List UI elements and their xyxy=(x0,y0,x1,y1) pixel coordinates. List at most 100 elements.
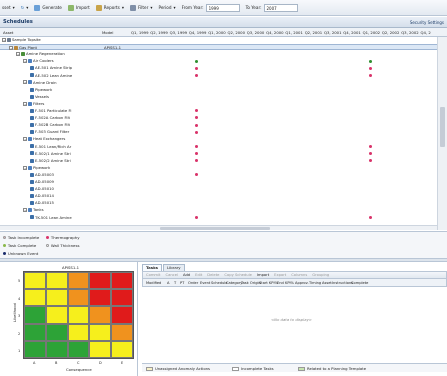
schedule-event-marker[interactable] xyxy=(194,59,198,63)
tree-row[interactable]: AD-05015 xyxy=(0,200,437,206)
risk-cell[interactable] xyxy=(111,289,133,307)
task-column-header[interactable]: Category xyxy=(226,281,242,285)
tree-node[interactable]: F-503 Guard Filter xyxy=(30,129,69,135)
risk-cell[interactable] xyxy=(67,340,90,358)
tab-tasks[interactable]: Tasks xyxy=(142,264,162,271)
period-menu[interactable]: Period ▾ xyxy=(158,5,175,10)
task-column-header[interactable]: Task Origin xyxy=(241,281,261,285)
risk-cell[interactable] xyxy=(67,272,90,290)
security-settings-link[interactable]: Security Settings xyxy=(410,20,444,25)
risk-cell[interactable] xyxy=(67,323,90,341)
task-column-header[interactable]: A xyxy=(167,281,169,285)
task-column-header[interactable]: T xyxy=(174,281,176,285)
tree-node[interactable]: E-502/2 Amine Stri xyxy=(30,158,71,164)
vertical-scrollbar[interactable] xyxy=(437,37,447,230)
schedule-event-marker[interactable] xyxy=(368,215,372,219)
task-column-header[interactable]: Asset xyxy=(322,281,332,285)
task-column-header[interactable]: Order xyxy=(188,281,198,285)
tree-row[interactable]: − Amine Drain xyxy=(0,80,437,86)
column-header-quarter[interactable]: Q1, 2000 xyxy=(208,30,225,35)
grouping-button[interactable]: Grouping xyxy=(312,273,329,277)
tree-node[interactable]: − Amine Drain xyxy=(23,80,57,86)
column-header-quarter[interactable]: Q4, 1999 xyxy=(189,30,206,35)
tree-node[interactable]: AD-05010 xyxy=(30,186,54,192)
collapse-icon[interactable]: − xyxy=(23,165,27,170)
schedule-event-marker[interactable] xyxy=(368,73,372,77)
tree-node[interactable]: F-502B Carbon Filt xyxy=(30,122,70,128)
tree-node[interactable]: − Heat Exchangers xyxy=(23,136,65,142)
delete-button[interactable]: Delete xyxy=(207,273,219,277)
risk-cell[interactable] xyxy=(89,272,112,290)
column-header-quarter[interactable]: Q1, 2001 xyxy=(285,30,302,35)
tree-node[interactable]: TK-501 Lean Amine xyxy=(30,215,72,221)
export-button[interactable]: Export xyxy=(274,273,286,277)
schedule-event-marker[interactable] xyxy=(194,151,198,155)
tree-node[interactable]: Pipework xyxy=(30,87,52,93)
collapse-icon[interactable]: − xyxy=(9,45,13,50)
tree-node[interactable]: F-502A Carbon Filt xyxy=(30,115,70,121)
risk-cell[interactable] xyxy=(89,306,112,324)
column-header-model[interactable]: Model xyxy=(102,30,113,35)
vertical-scroll-thumb[interactable] xyxy=(440,107,445,147)
schedule-event-marker[interactable] xyxy=(194,109,198,113)
copy-schedule-button[interactable]: Copy Schedule xyxy=(224,273,251,277)
task-column-header[interactable]: Instructions xyxy=(332,281,353,285)
tree-node[interactable]: − Amine Regeneration xyxy=(16,51,65,57)
to-year-input[interactable]: 2007 xyxy=(263,3,298,12)
tree-node[interactable]: Vessels xyxy=(30,94,49,100)
task-column-header[interactable]: Start KPI% xyxy=(259,281,278,285)
schedule-event-marker[interactable] xyxy=(194,159,198,163)
risk-cell[interactable] xyxy=(45,289,68,307)
schedule-event-marker[interactable] xyxy=(194,130,198,134)
column-header-quarter[interactable]: Q2, 2000 xyxy=(228,30,245,35)
asset-menu[interactable]: sset ▾ xyxy=(2,5,15,10)
tree-row[interactable]: − Amine Regeneration xyxy=(0,51,437,57)
cancel-button[interactable]: Cancel xyxy=(166,273,179,277)
tree-row[interactable]: AE-502 Lean Amine xyxy=(0,73,437,79)
column-header-quarter[interactable]: Q4, 2001 xyxy=(343,30,360,35)
risk-cell[interactable] xyxy=(67,306,90,324)
tree-row[interactable]: AD-05009 xyxy=(0,179,437,185)
schedule-event-marker[interactable] xyxy=(194,116,198,120)
tree-row[interactable]: − Heat Exchangers xyxy=(0,136,437,142)
tree-node[interactable]: − Tanks xyxy=(23,207,44,213)
tree-node[interactable]: AE-501 Amine Strip xyxy=(30,65,72,71)
task-column-header[interactable]: Modified xyxy=(146,281,161,285)
tree-row[interactable]: − Pipework xyxy=(0,165,437,171)
risk-cell[interactable] xyxy=(45,340,68,358)
schedule-event-marker[interactable] xyxy=(368,144,372,148)
tree-node[interactable]: − Sample Topsite xyxy=(2,37,41,43)
column-header-quarter[interactable]: Q1, 2002 xyxy=(363,30,380,35)
column-header-quarter[interactable]: Q3, 2001 xyxy=(324,30,341,35)
tree-row[interactable]: TK-501 Lean Amine xyxy=(0,215,437,221)
import-tasks-button[interactable]: Import xyxy=(257,273,269,277)
risk-cell[interactable] xyxy=(89,323,112,341)
refresh-button[interactable]: ↻ ▾ xyxy=(21,5,29,10)
risk-cell[interactable] xyxy=(111,272,133,290)
tree-row[interactable]: F-502B Carbon Filt xyxy=(0,122,437,128)
tree-row[interactable]: − Tanks xyxy=(0,207,437,213)
horizontal-scrollbar[interactable] xyxy=(0,225,437,230)
column-header-quarter[interactable]: Q3, 2002 xyxy=(401,30,418,35)
task-column-header[interactable]: Approv. xyxy=(295,281,309,285)
risk-cell[interactable] xyxy=(24,289,46,307)
collapse-icon[interactable]: − xyxy=(23,208,27,213)
risk-cell[interactable] xyxy=(67,289,90,307)
tree-node[interactable]: − Filters xyxy=(23,101,44,107)
task-column-header[interactable]: PT xyxy=(180,281,184,285)
risk-cell[interactable] xyxy=(45,306,68,324)
schedule-event-marker[interactable] xyxy=(194,173,198,177)
filter-button[interactable]: Filter ▾ xyxy=(129,4,152,11)
column-header-quarter[interactable]: Q2, 2002 xyxy=(382,30,399,35)
schedule-event-marker[interactable] xyxy=(368,159,372,163)
risk-cell[interactable] xyxy=(89,289,112,307)
tree-row[interactable]: F-503 Guard Filter xyxy=(0,129,437,135)
risk-cell[interactable] xyxy=(111,323,133,341)
collapse-icon[interactable]: − xyxy=(23,137,27,142)
risk-cell[interactable] xyxy=(111,340,133,358)
tree-row[interactable]: E-502/2 Amine Stri xyxy=(0,158,437,164)
risk-cell[interactable] xyxy=(45,323,68,341)
reports-button[interactable]: Reports ▾ xyxy=(95,4,124,11)
risk-cell[interactable] xyxy=(24,272,46,290)
column-header-quarter[interactable]: Q3, 2000 xyxy=(247,30,264,35)
